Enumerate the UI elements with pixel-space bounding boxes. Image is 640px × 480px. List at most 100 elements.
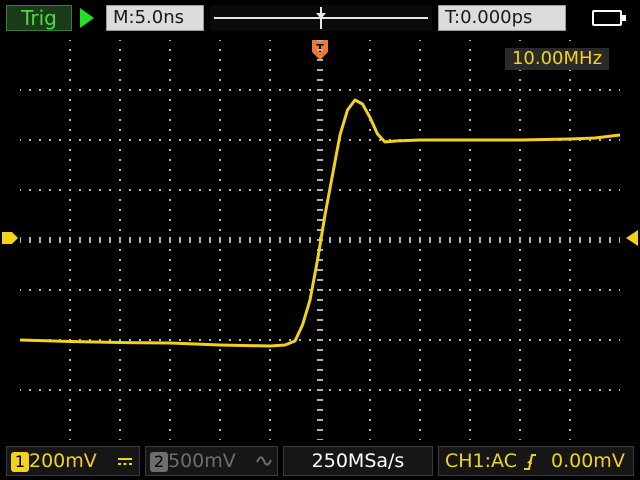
grid-dot <box>369 219 371 221</box>
bottom-status-bar: 1 200mV 2 500mV 250MSa/s CH1:AC 0.00mV <box>0 446 640 480</box>
center-tick <box>419 237 421 243</box>
center-tick <box>179 237 181 243</box>
center-tick <box>317 59 323 61</box>
grid-dot <box>479 339 481 341</box>
ch1-settings[interactable]: 1 200mV <box>6 446 140 476</box>
grid-dot <box>219 299 221 301</box>
grid-dot <box>349 389 351 391</box>
grid-dot <box>349 139 351 141</box>
grid-dot <box>139 89 141 91</box>
grid-dot <box>569 289 571 291</box>
grid-dot <box>49 139 51 141</box>
grid-dot <box>369 379 371 381</box>
center-tick <box>317 269 323 271</box>
grid-dot <box>269 359 271 361</box>
center-tick <box>489 237 491 243</box>
grid-dot <box>229 389 231 391</box>
grid-dot <box>309 89 311 91</box>
grid-dot <box>499 89 501 91</box>
grid-dot <box>89 89 91 91</box>
grid-dot <box>309 389 311 391</box>
window-position-icon[interactable] <box>316 7 326 29</box>
grid-dot <box>419 319 421 321</box>
grid-dot <box>139 389 141 391</box>
center-tick <box>317 349 323 351</box>
grid-dot <box>219 429 221 431</box>
grid-dot <box>79 189 81 191</box>
grid-dot <box>349 339 351 341</box>
grid-dot <box>269 339 271 341</box>
ac-coupling-icon <box>256 456 272 466</box>
grid-dot <box>199 339 201 341</box>
center-tick <box>39 237 41 243</box>
grid-dot <box>189 289 191 291</box>
grid-dot <box>169 379 171 381</box>
grid-dot <box>349 289 351 291</box>
grid-dot <box>529 389 531 391</box>
grid-dot <box>119 40 121 41</box>
grid-dot <box>569 40 571 41</box>
grid-dot <box>119 279 121 281</box>
grid-dot <box>469 109 471 111</box>
grid-dot <box>119 399 121 401</box>
grid-dot <box>269 199 271 201</box>
center-tick <box>59 237 61 243</box>
grid-dot <box>219 279 221 281</box>
grid-dot <box>29 189 31 191</box>
grid-dot <box>109 339 111 341</box>
grid-dot <box>469 179 471 181</box>
grid-dot <box>389 389 391 391</box>
center-tick <box>309 237 311 243</box>
ch2-settings[interactable]: 2 500mV <box>145 446 278 476</box>
memory-window-bar[interactable] <box>210 5 432 31</box>
grid-dot <box>469 119 471 121</box>
center-tick <box>317 99 323 101</box>
grid-dot <box>169 119 171 121</box>
grid-dot <box>199 289 201 291</box>
grid-dot <box>249 189 251 191</box>
grid-dot <box>369 339 371 341</box>
grid-dot <box>219 79 221 81</box>
grid-dot <box>169 89 171 91</box>
grid-dot <box>119 69 121 71</box>
grid-dot <box>419 209 421 211</box>
waveform-graticule[interactable] <box>20 40 620 440</box>
grid-dot <box>119 319 121 321</box>
grid-dot <box>209 289 211 291</box>
grid-dot <box>259 339 261 341</box>
grid-dot <box>489 189 491 191</box>
trigger-status-indicator[interactable]: Trig <box>6 5 72 31</box>
grid-dot <box>39 89 41 91</box>
grid-dot <box>169 169 171 171</box>
grid-dot <box>379 189 381 191</box>
grid-dot <box>329 89 331 91</box>
center-tick <box>317 209 323 211</box>
grid-dot <box>519 229 521 231</box>
grid-dot <box>69 259 71 261</box>
trigger-settings[interactable]: CH1:AC 0.00mV <box>438 446 634 476</box>
grid-dot <box>519 409 521 411</box>
grid-dot <box>549 339 551 341</box>
center-tick <box>479 237 481 243</box>
ch1-offset-marker-icon[interactable] <box>2 230 18 246</box>
trigger-level-marker-icon[interactable] <box>622 230 638 246</box>
grid-dot <box>589 189 591 191</box>
grid-dot <box>169 299 171 301</box>
battery-icon <box>592 10 626 26</box>
center-tick <box>317 189 323 191</box>
grid-dot <box>119 369 121 371</box>
grid-dot <box>419 339 421 341</box>
grid-dot <box>269 329 271 331</box>
grid-dot <box>119 339 121 341</box>
center-tick <box>317 369 323 371</box>
grid-dot <box>469 99 471 101</box>
grid-dot <box>149 289 151 291</box>
trigger-time-readout[interactable]: T:0.000ps <box>438 5 566 31</box>
grid-dot <box>49 89 51 91</box>
play-icon[interactable] <box>80 8 94 28</box>
grid-dot <box>569 439 571 440</box>
timebase-readout[interactable]: M:5.0ns <box>106 5 204 31</box>
grid-dot <box>469 369 471 371</box>
grid-dot <box>169 259 171 261</box>
grid-dot <box>519 159 521 161</box>
